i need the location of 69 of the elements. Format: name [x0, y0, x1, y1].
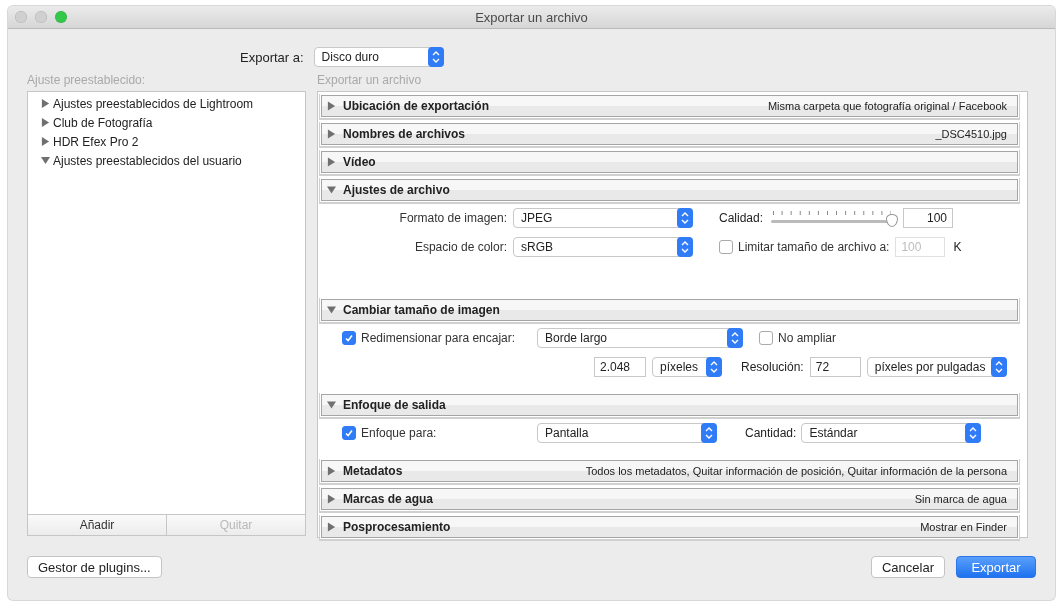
preset-folder[interactable]: Ajustes preestablecidos de Lightroom: [28, 94, 305, 113]
color-space-label: Espacio de color:: [413, 240, 508, 254]
size-field[interactable]: 2.048: [594, 357, 646, 377]
triangle-right-icon[interactable]: [327, 522, 336, 532]
triangle-right-icon[interactable]: [41, 118, 50, 127]
triangle-down-icon[interactable]: [327, 185, 336, 195]
triangle-right-icon[interactable]: [41, 99, 50, 108]
dropdown[interactable]: JPEG: [513, 208, 693, 228]
triangle-right-icon[interactable]: [327, 494, 336, 504]
chevron-updown-icon: [965, 423, 982, 443]
dropdown[interactable]: Estándar: [801, 423, 982, 443]
triangle-right-icon[interactable]: [327, 129, 336, 139]
section-header[interactable]: Vídeo: [321, 151, 1018, 173]
amount-label: Cantidad:: [745, 426, 797, 440]
chevron-updown-icon: [677, 237, 693, 257]
unit-label: K: [953, 240, 962, 254]
preset-label: Ajuste preestablecido:: [27, 73, 147, 88]
section-header[interactable]: Metadatos Todos los metadatos, Quitar información de posición, Quitar información de la persona: [321, 460, 1018, 482]
plugin-manager-button[interactable]: Gestor de plugins...: [27, 556, 162, 578]
section-header[interactable]: Enfoque de salida: [321, 394, 1018, 416]
chevron-updown-icon: [727, 328, 743, 348]
triangle-right-icon[interactable]: [41, 137, 50, 146]
resolution-label: Resolución:: [741, 360, 804, 374]
format-label: Formato de imagen:: [398, 211, 508, 225]
quality-label: Calidad:: [719, 211, 765, 225]
triangle-down-icon[interactable]: [327, 400, 336, 410]
dropdown[interactable]: Disco duro: [313, 47, 444, 67]
dropdown[interactable]: píxeles: [652, 357, 722, 377]
list-button[interactable]: Añadir: [28, 515, 166, 535]
section-header[interactable]: Nombres de archivos _DSC4510.jpg: [321, 123, 1018, 145]
limit-size-label: Limitar tamaño de archivo a:: [738, 240, 890, 254]
checkbox[interactable]: [759, 331, 773, 345]
dropdown[interactable]: Pantalla: [537, 423, 717, 443]
dropdown[interactable]: Borde largo: [537, 328, 743, 348]
quality-field[interactable]: 100: [903, 208, 953, 228]
preset-folder[interactable]: Club de Fotografía: [28, 113, 305, 132]
preset-folder[interactable]: HDR Efex Pro 2: [28, 132, 305, 151]
triangle-right-icon[interactable]: [327, 157, 336, 167]
export-to-label: Exportar a:: [240, 49, 304, 65]
triangle-down-icon[interactable]: [327, 305, 336, 315]
triangle-right-icon[interactable]: [327, 101, 336, 111]
preset-folder[interactable]: Ajustes preestablecidos del usuario: [28, 151, 305, 170]
panel-label: Exportar un archivo: [317, 73, 423, 88]
sharpen-label: Enfoque para:: [361, 426, 438, 440]
section-header[interactable]: Cambiar tamaño de imagen: [321, 299, 1018, 321]
dropdown[interactable]: píxeles por pulgadas: [866, 357, 1007, 377]
chevron-updown-icon: [701, 423, 717, 443]
section-header[interactable]: Ajustes de archivo: [321, 179, 1018, 201]
slider-thumb[interactable]: [886, 214, 899, 227]
triangle-right-icon[interactable]: [327, 466, 336, 476]
window-title: Exportar un archivo: [475, 9, 588, 25]
section-header[interactable]: Ubicación de exportación Misma carpeta que fotografía original / Facebook: [321, 95, 1018, 117]
checkmark-icon: [343, 427, 355, 439]
dropdown[interactable]: sRGB: [513, 237, 693, 257]
checkbox[interactable]: [342, 331, 356, 345]
checkbox[interactable]: [342, 426, 356, 440]
chevron-updown-icon: [677, 208, 693, 228]
chevron-updown-icon: [990, 357, 1007, 377]
cancel-button[interactable]: Cancelar: [870, 556, 945, 578]
triangle-down-icon[interactable]: [41, 156, 50, 165]
checkmark-icon: [343, 332, 355, 344]
section-header[interactable]: Marcas de agua Sin marca de agua: [321, 488, 1018, 510]
chevron-updown-icon: [706, 357, 722, 377]
resize-label: Redimensionar para encajar:: [361, 331, 517, 345]
no-enlarge-label: No ampliar: [778, 331, 837, 345]
chevron-updown-icon: [427, 47, 444, 67]
resolution-field[interactable]: 72: [809, 357, 861, 377]
quality-slider[interactable]: [769, 209, 897, 227]
section-header[interactable]: Posprocesamiento Mostrar en Finder: [321, 516, 1018, 538]
